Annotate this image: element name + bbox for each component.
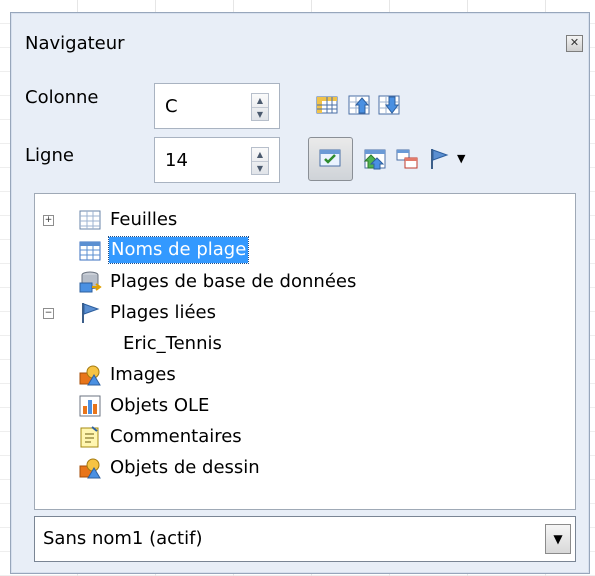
- close-icon: ✕: [569, 36, 580, 49]
- data-range-icon[interactable]: [315, 93, 339, 117]
- end-icon[interactable]: [377, 93, 401, 117]
- column-spin-arrows[interactable]: ▲ ▼: [251, 93, 269, 121]
- tree-item-linked-areas[interactable]: − Plages liées: [43, 299, 543, 327]
- tree-item-label: Objets de dessin: [110, 457, 260, 478]
- sheets-icon: [79, 210, 101, 230]
- tree-item-label: Plages liées: [110, 302, 217, 323]
- row-value[interactable]: 14: [165, 150, 188, 171]
- tree-item-label: Objets OLE: [110, 395, 210, 416]
- shapes-icon: [79, 365, 101, 386]
- tree-item-label: Commentaires: [110, 426, 242, 447]
- tree-item-drawing-objects[interactable]: Objets de dessin: [43, 454, 543, 482]
- dropdown-arrow-icon[interactable]: ▼: [457, 152, 465, 165]
- chevron-down-icon: ▼: [553, 532, 563, 546]
- shapes-icon: [79, 458, 101, 479]
- collapse-icon[interactable]: −: [43, 308, 54, 319]
- tree-item-ole-objects[interactable]: Objets OLE: [43, 392, 543, 420]
- content-tree[interactable]: + Feuilles Noms de plage Plages de base …: [34, 193, 576, 510]
- tree-item-db-ranges[interactable]: Plages de base de données: [43, 268, 543, 296]
- navigator-panel: Navigateur ✕ Colonne C ▲ ▼ Ligne 14 ▲ ▼: [10, 12, 590, 574]
- expand-icon[interactable]: +: [43, 215, 54, 226]
- tree-item-label: Plages de base de données: [110, 271, 357, 292]
- tree-item-images[interactable]: Images: [43, 361, 543, 389]
- database-icon: [79, 271, 102, 293]
- tree-item-sheets[interactable]: + Feuilles: [43, 206, 543, 234]
- row-spin-arrows[interactable]: ▲ ▼: [251, 147, 269, 175]
- tree-item-label: Feuilles: [110, 209, 178, 230]
- start-icon[interactable]: [347, 93, 371, 117]
- drag-mode-icon[interactable]: [395, 147, 419, 171]
- toggle-content-icon: [319, 149, 341, 167]
- scenarios-icon[interactable]: [363, 147, 387, 171]
- row-label: Ligne: [25, 145, 74, 166]
- tree-item-comments[interactable]: Commentaires: [43, 423, 543, 451]
- ole-chart-icon: [79, 395, 101, 417]
- comment-note-icon: [80, 426, 99, 448]
- spin-up-icon[interactable]: ▲: [252, 94, 268, 107]
- column-label: Colonne: [25, 87, 99, 108]
- close-button[interactable]: ✕: [566, 35, 583, 52]
- tree-item-range-names[interactable]: Noms de plage: [43, 236, 543, 265]
- panel-title: Navigateur: [25, 33, 125, 54]
- row-spinbox[interactable]: 14 ▲ ▼: [154, 137, 280, 183]
- tree-item-label: Eric_Tennis: [123, 333, 222, 354]
- tree-item-label: Images: [110, 364, 176, 385]
- flag-icon[interactable]: [427, 147, 451, 171]
- dropdown-button[interactable]: ▼: [545, 524, 571, 554]
- tree-item-label: Noms de plage: [107, 236, 250, 264]
- document-select[interactable]: Sans nom1 (actif) ▼: [34, 516, 576, 562]
- tree-item-child[interactable]: Eric_Tennis: [123, 330, 523, 358]
- spin-down-icon[interactable]: ▼: [252, 161, 268, 175]
- column-value[interactable]: C: [165, 96, 178, 117]
- range-names-icon: [79, 241, 101, 261]
- toggle-content-button[interactable]: [308, 137, 353, 181]
- column-spinbox[interactable]: C ▲ ▼: [154, 83, 280, 129]
- spin-down-icon[interactable]: ▼: [252, 107, 268, 121]
- document-select-value: Sans nom1 (actif): [43, 528, 203, 549]
- spin-up-icon[interactable]: ▲: [252, 148, 268, 161]
- flag-icon: [82, 303, 100, 323]
